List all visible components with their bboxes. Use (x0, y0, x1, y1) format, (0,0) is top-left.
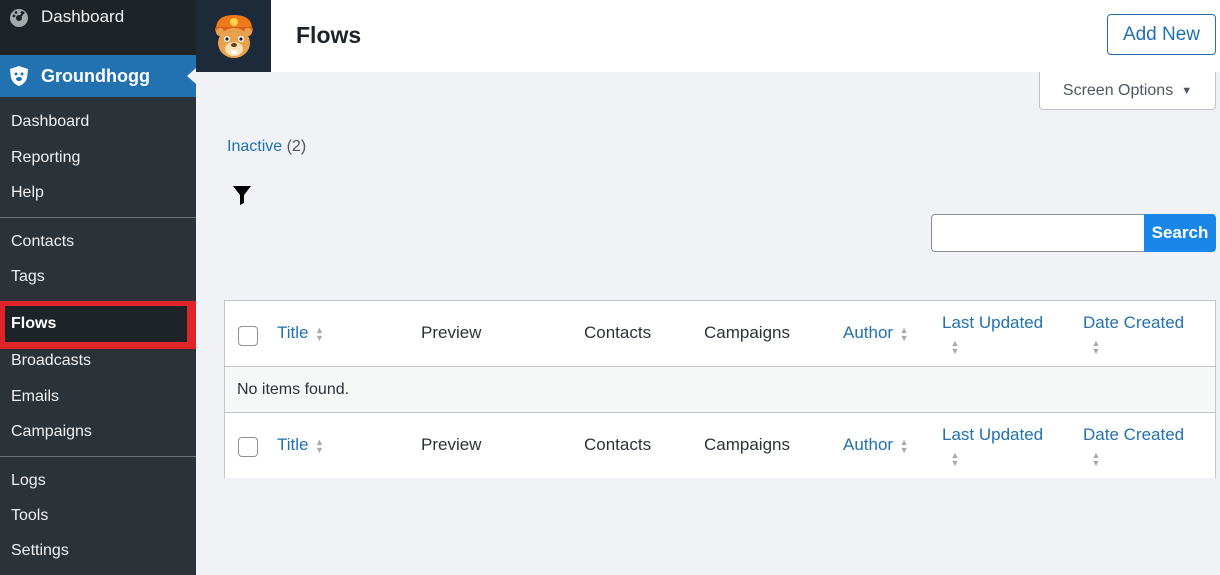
add-new-button[interactable]: Add New (1107, 14, 1216, 55)
submenu-divider (0, 456, 196, 457)
menu-dashboard-label: Dashboard (41, 7, 125, 26)
page-header: Flows Add New (196, 0, 1220, 72)
table-footer-row: Title ▲ ▼ Preview Contacts Campaigns Autho… (225, 412, 1215, 478)
submenu-flows-label: Flows (11, 315, 57, 332)
submenu-help[interactable]: Help (11, 184, 44, 202)
column-preview: Preview (421, 323, 482, 342)
menu-groundhogg-label: Groundhogg (41, 65, 150, 86)
column-title[interactable]: Title ▲ ▼ (277, 323, 325, 343)
flows-highlight-box: Flows (0, 301, 196, 349)
search-button[interactable]: Search (1144, 214, 1216, 252)
table-header-row: Title ▲ ▼ Preview Contacts Campaigns Autho… (225, 301, 1215, 367)
flows-table: Title ▲ ▼ Preview Contacts Campaigns Autho… (224, 300, 1216, 478)
column-contacts: Contacts (584, 323, 652, 342)
sort-arrows-icon: ▲ ▼ (1091, 450, 1101, 468)
submenu-tags[interactable]: Tags (11, 268, 45, 286)
status-views: Inactive (2) (227, 138, 306, 156)
submenu-contacts[interactable]: Contacts (11, 233, 74, 251)
groundhogg-submenu: Dashboard Reporting Help Contacts Tags F… (0, 97, 196, 575)
no-items-message: No items found. (237, 380, 350, 398)
view-inactive-link[interactable]: Inactive (227, 138, 282, 155)
column-campaigns: Campaigns (704, 323, 790, 342)
column-date-created[interactable]: Date Created (1083, 425, 1184, 445)
sort-arrows-icon: ▲ ▼ (899, 324, 909, 343)
screen-options-toggle[interactable]: Screen Options ▼ (1039, 72, 1216, 110)
admin-sidebar: Dashboard Groundhogg Dashboard Reporting… (0, 0, 196, 575)
column-title-label: Title (277, 323, 309, 342)
current-menu-caret (187, 68, 196, 84)
no-items-row: No items found. (225, 367, 1215, 412)
menu-dashboard[interactable]: Dashboard (0, 0, 196, 34)
column-author[interactable]: Author ▲ ▼ (843, 323, 909, 343)
submenu-divider (0, 217, 196, 218)
select-all-checkbox[interactable] (238, 437, 258, 457)
submenu-emails[interactable]: Emails (11, 388, 59, 406)
groundhogg-brand-logo (196, 0, 271, 72)
column-author-label: Author (843, 323, 894, 342)
sort-arrows-icon: ▲ ▼ (899, 436, 909, 455)
column-date-created[interactable]: Date Created (1083, 313, 1184, 333)
sort-arrows-icon: ▲ ▼ (315, 436, 324, 455)
submenu-campaigns[interactable]: Campaigns (11, 423, 92, 441)
search-input[interactable] (931, 214, 1145, 252)
select-all-checkbox[interactable] (238, 326, 258, 346)
view-inactive-count: (2) (286, 138, 307, 155)
column-preview: Preview (421, 435, 482, 454)
submenu-reporting[interactable]: Reporting (11, 149, 80, 167)
column-author[interactable]: Author ▲ ▼ (843, 435, 909, 455)
menu-groundhogg[interactable]: Groundhogg (0, 55, 196, 97)
submenu-flows[interactable]: Flows (5, 306, 187, 342)
submenu-dashboard[interactable]: Dashboard (11, 113, 89, 131)
submenu-tools[interactable]: Tools (11, 507, 48, 525)
submenu-settings[interactable]: Settings (11, 542, 69, 560)
sort-arrows-icon: ▲ ▼ (315, 324, 324, 343)
submenu-broadcasts[interactable]: Broadcasts (11, 352, 91, 370)
column-last-updated[interactable]: Last Updated (942, 425, 1043, 445)
groundhogg-logo-icon (6, 63, 32, 89)
dashboard-gauge-icon (8, 6, 30, 28)
sort-arrows-icon: ▲ ▼ (950, 338, 960, 356)
dropdown-triangle-icon: ▼ (1181, 84, 1193, 97)
column-title[interactable]: Title ▲ ▼ (277, 435, 325, 455)
column-title-label: Title (277, 435, 309, 454)
column-contacts: Contacts (584, 435, 652, 454)
filter-funnel-icon[interactable] (232, 184, 252, 206)
sort-arrows-icon: ▲ ▼ (950, 450, 960, 468)
sort-arrows-icon: ▲ ▼ (1091, 338, 1101, 356)
column-author-label: Author (843, 435, 894, 454)
column-last-updated[interactable]: Last Updated (942, 313, 1043, 333)
submenu-logs[interactable]: Logs (11, 472, 46, 490)
page-title: Flows (296, 22, 362, 48)
column-campaigns: Campaigns (704, 435, 790, 454)
screen-options-label: Screen Options (1062, 81, 1174, 99)
